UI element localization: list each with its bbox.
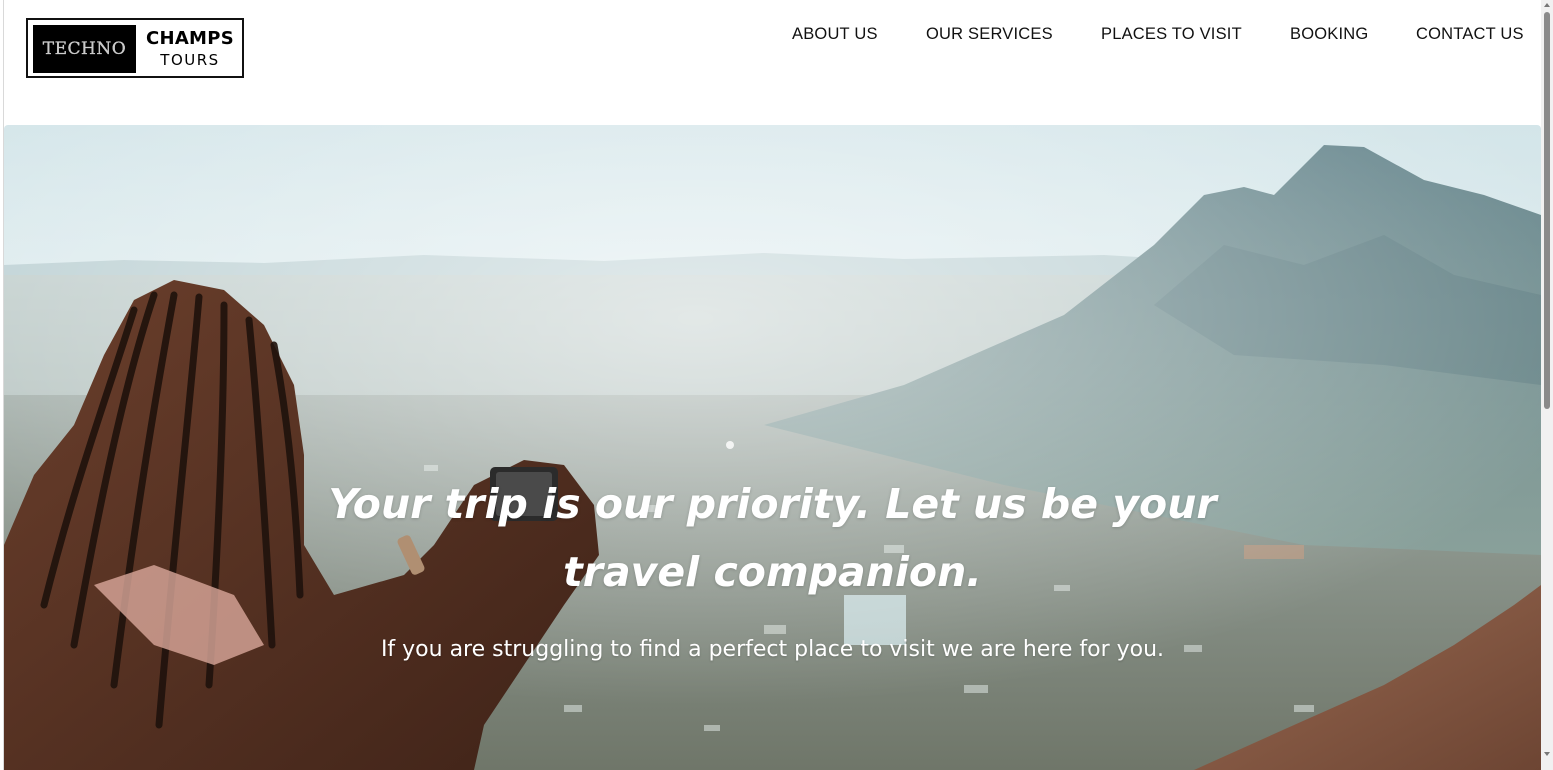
scroll-down-arrow-icon[interactable] (1544, 752, 1550, 756)
hero-banner: Your trip is our priority. Let us be you… (4, 125, 1541, 770)
hero-title: Your trip is our priority. Let us be you… (4, 470, 1541, 606)
site-header: TECHNO CHAMPS TOURS ABOUT US OUR SERVICE… (0, 0, 1541, 120)
hero-image (4, 125, 1541, 770)
scrollbar-thumb[interactable] (1544, 12, 1550, 409)
logo-techno-text: TECHNO (42, 39, 127, 59)
nav-about-us[interactable]: ABOUT US (792, 25, 878, 45)
logo-tours-text: TOURS (160, 51, 220, 69)
hero-subtitle: If you are struggling to find a perfect … (380, 637, 1165, 662)
nav-contact-us[interactable]: CONTACT US (1416, 25, 1524, 45)
vertical-scrollbar[interactable] (1541, 0, 1553, 770)
hero-title-line-2: travel companion. (563, 548, 982, 596)
logo[interactable]: TECHNO CHAMPS TOURS (26, 18, 244, 78)
nav-booking[interactable]: BOOKING (1290, 25, 1368, 45)
logo-champs-text: CHAMPS (145, 28, 235, 49)
logo-right-panel: CHAMPS TOURS (140, 28, 240, 70)
scroll-up-arrow-icon[interactable] (1544, 3, 1550, 7)
hero-title-line-1: Your trip is our priority. Let us be you… (328, 480, 1217, 528)
nav-places-to-visit[interactable]: PLACES TO VISIT (1101, 25, 1242, 45)
nav-our-services[interactable]: OUR SERVICES (926, 25, 1053, 45)
logo-dark-panel: TECHNO (33, 25, 136, 73)
